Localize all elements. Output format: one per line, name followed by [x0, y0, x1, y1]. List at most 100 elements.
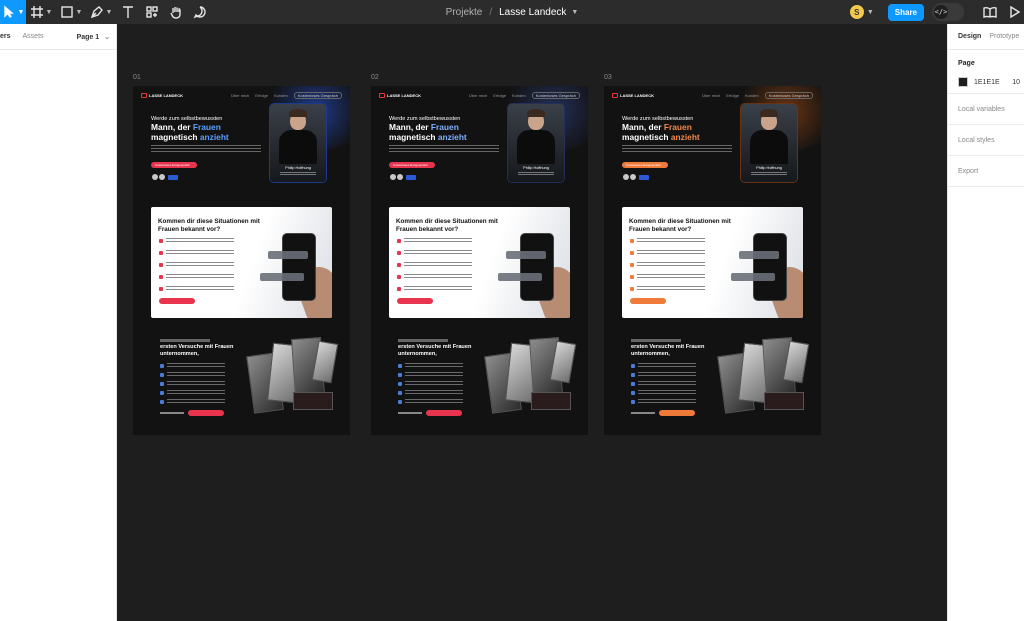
share-button[interactable]: Share [887, 3, 924, 21]
avatar [159, 174, 165, 180]
check-icon [397, 287, 401, 291]
check-icon [398, 364, 402, 368]
list-item-lines [405, 372, 463, 377]
section3-cta-button [188, 410, 224, 416]
hand-tool-button[interactable] [164, 0, 188, 24]
chat-bubble [739, 251, 779, 259]
pen-tool-button[interactable]: ▼ [86, 0, 116, 24]
tab-assets[interactable]: Assets [23, 33, 44, 40]
page-color-value[interactable]: 1E1E1E [974, 79, 1000, 86]
list-item-lines [638, 381, 696, 386]
export-section[interactable]: Export [948, 156, 1024, 187]
list-item-lines [166, 274, 234, 279]
chevron-down-icon[interactable]: ▼ [867, 9, 874, 16]
check-icon [398, 373, 402, 377]
dev-mode-toggle[interactable]: </> [932, 3, 964, 21]
portrait-role-lines [751, 172, 787, 176]
local-variables-section[interactable]: Local variables [948, 94, 1024, 125]
tab-layers[interactable]: ers [0, 33, 11, 40]
situations-section: Kommen dir diese Situationen mit Frauen … [389, 207, 570, 318]
comment-tool-button[interactable] [188, 0, 212, 24]
hero-cta-label: Kostenloses Erstgespräch [155, 163, 190, 167]
check-icon [160, 400, 164, 404]
resources-tool-button[interactable] [140, 0, 164, 24]
breadcrumb-project[interactable]: Projekte [446, 7, 483, 18]
frame-label[interactable]: 01 [133, 74, 141, 81]
page-selector[interactable]: Page 1 ⌄ [77, 33, 110, 41]
portrait-body [517, 130, 555, 164]
list-item-lines [405, 390, 463, 395]
list-item [160, 372, 225, 381]
page-opacity-value[interactable]: 10 [1012, 79, 1020, 86]
section3-kicker-line [398, 339, 448, 342]
social-proof-avatars [390, 174, 420, 180]
nav-link: Kunden [511, 92, 526, 98]
landing-page-frame[interactable]: LASSE LANDECK Über mich Erfolge Kunden K… [133, 86, 350, 435]
user-avatar[interactable]: S [849, 5, 864, 19]
list-item-lines [404, 238, 472, 243]
design-canvas[interactable]: 01 LASSE LANDECK Über mich Erfolge Kunde… [117, 24, 947, 621]
frame-label[interactable]: 02 [371, 74, 379, 81]
section3-link-line [160, 412, 184, 414]
list-item [160, 390, 225, 399]
avatar [630, 174, 636, 180]
move-tool-button[interactable]: ▼ [0, 0, 26, 24]
right-panel: Design Prototype Page 1E1E1E 10 Local va… [947, 24, 1024, 621]
local-styles-section[interactable]: Local styles [948, 125, 1024, 156]
tab-design[interactable]: Design [958, 33, 981, 40]
tab-prototype[interactable]: Prototype [989, 33, 1019, 40]
portrait-card: Philip Hoffnung [270, 104, 326, 182]
frame-label[interactable]: 03 [604, 74, 612, 81]
phone-image [753, 233, 787, 301]
file-name[interactable]: Lasse Landeck [499, 7, 566, 18]
frame-nav: LASSE LANDECK Über mich Erfolge Kunden K… [141, 91, 342, 99]
chat-bubble [506, 251, 546, 259]
section3-cta-button [426, 410, 462, 416]
text-tool-button[interactable] [116, 0, 140, 24]
check-icon [631, 382, 635, 386]
landing-page-frame[interactable]: LASSE LANDECK Über mich Erfolge Kunden K… [604, 86, 821, 435]
list-item [630, 262, 705, 274]
avatar [397, 174, 403, 180]
toolbar-right: S ▼ Share </> [849, 0, 1024, 24]
logo-icon [141, 92, 147, 98]
nav-link: Kunden [273, 92, 288, 98]
situations-cta-button [159, 298, 195, 304]
list-item-lines [404, 286, 472, 291]
page-color-row[interactable]: 1E1E1E 10 [958, 77, 1020, 87]
check-icon [159, 251, 163, 255]
present-button[interactable] [1004, 0, 1024, 24]
list-item-lines [638, 372, 696, 377]
check-icon [397, 239, 401, 243]
avatar [390, 174, 396, 180]
portrait-card: Philip Hoffnung [741, 104, 797, 182]
section3-kicker-line [160, 339, 210, 342]
phone-image [282, 233, 316, 301]
book-icon [983, 6, 997, 18]
list-item [631, 390, 696, 399]
landing-page-frame[interactable]: LASSE LANDECK Über mich Erfolge Kunden K… [371, 86, 588, 435]
chat-bubble [498, 273, 542, 281]
list-item-lines [637, 262, 705, 267]
hero-cta-button: Kostenloses Erstgespräch [622, 162, 668, 168]
color-swatch[interactable] [958, 77, 968, 87]
list-item [160, 363, 225, 372]
check-icon [631, 400, 635, 404]
frame-tool-button[interactable]: ▼ [26, 0, 56, 24]
list-item [398, 363, 463, 372]
logo-icon [379, 92, 385, 98]
nav-links: Über mich Erfolge Kunden [469, 93, 526, 98]
hero-title: Mann, der Frauen magnetisch anzieht [622, 122, 742, 142]
photo-card [531, 392, 571, 410]
portrait-name: Philip Hoffnung [523, 166, 549, 170]
check-icon [398, 391, 402, 395]
phone-image [520, 233, 554, 301]
library-button[interactable] [976, 0, 1004, 24]
shape-tool-button[interactable]: ▼ [56, 0, 86, 24]
check-icon [631, 391, 635, 395]
check-icon [630, 287, 634, 291]
chevron-down-icon[interactable]: ▼ [571, 9, 578, 16]
chevron-down-icon: ⌄ [104, 33, 110, 41]
hero-title-text: magnetisch [389, 131, 438, 142]
hero-title-highlight: Frauen [192, 122, 221, 132]
